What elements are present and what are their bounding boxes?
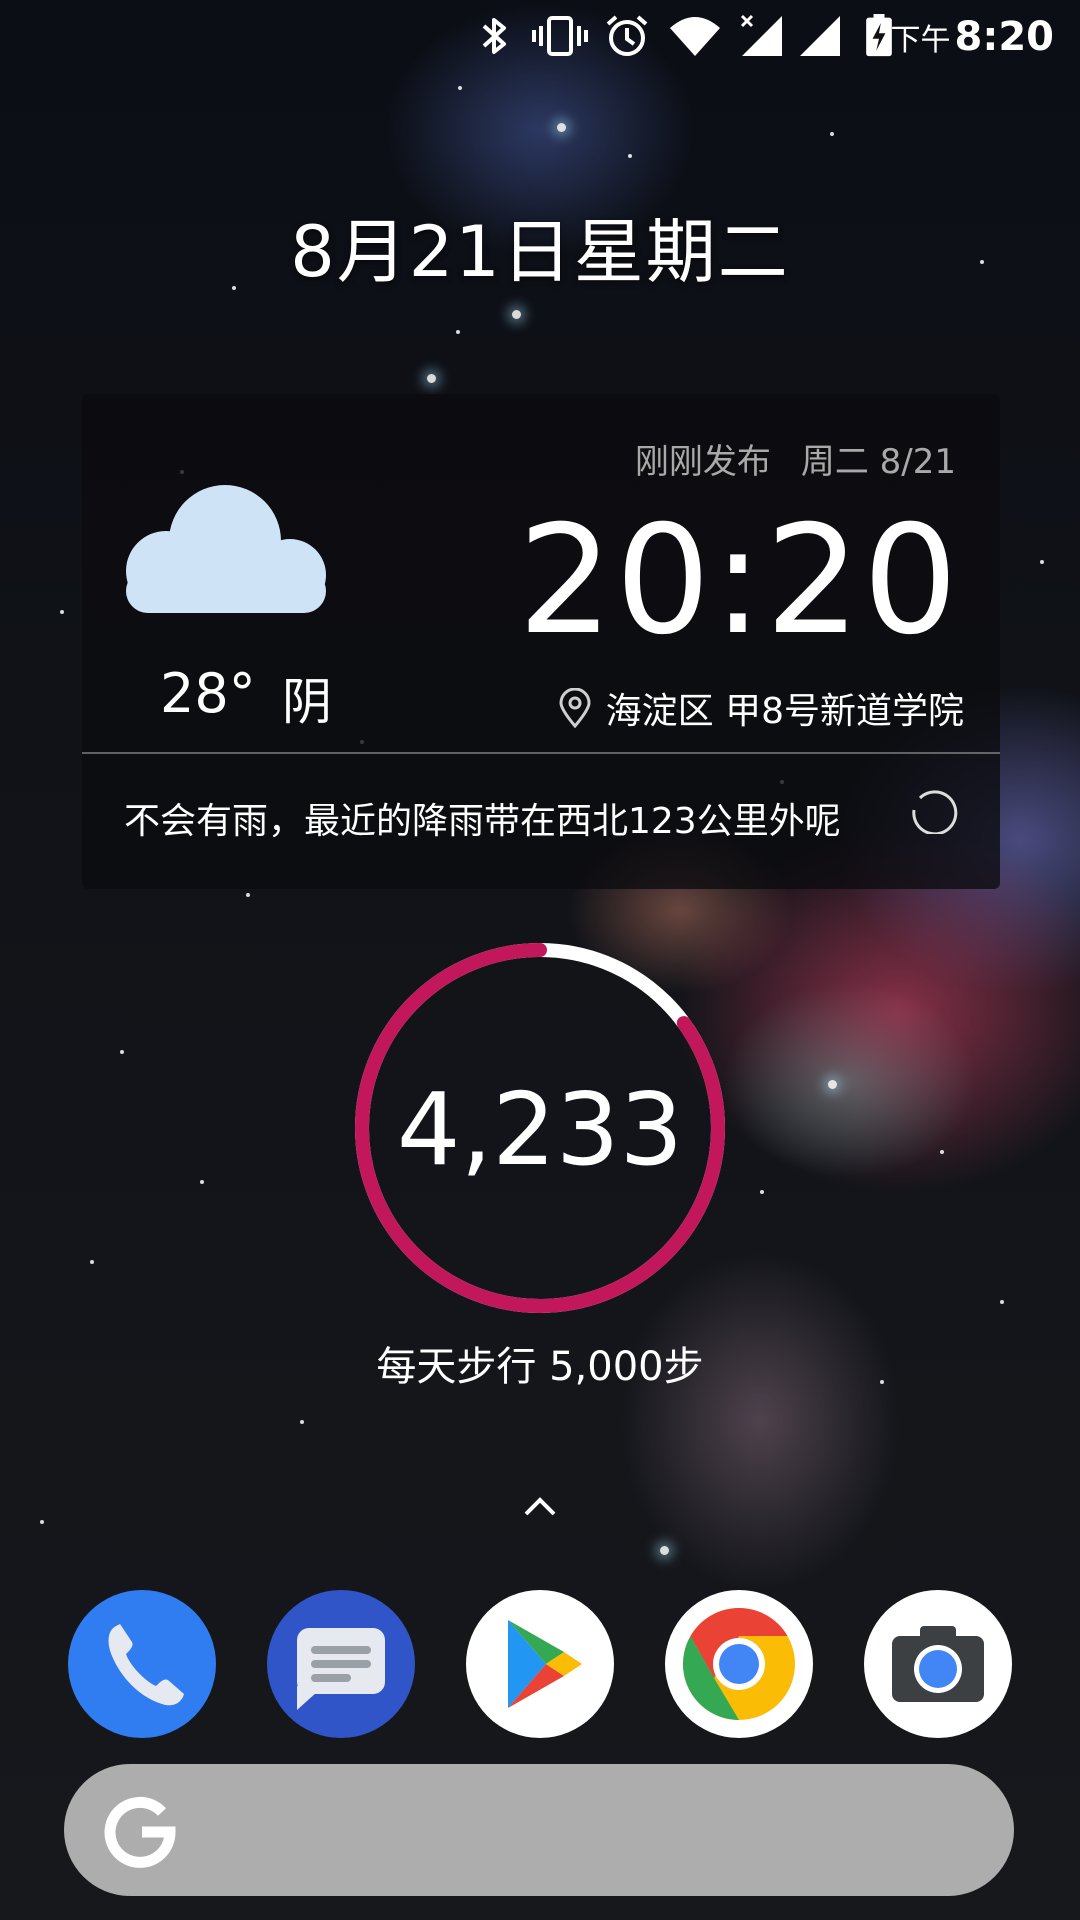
star: [60, 610, 64, 614]
temperature: 28°: [160, 662, 256, 725]
weather-clock[interactable]: 20:20: [518, 506, 960, 656]
star: [246, 893, 250, 897]
status-bar: 下午 8:20: [0, 0, 1080, 76]
star: [660, 1546, 669, 1555]
step-goal: 每天步行 5,000步: [376, 1344, 704, 1390]
chrome-icon: [682, 1608, 795, 1720]
star: [90, 1260, 94, 1264]
camera-app[interactable]: [864, 1590, 1012, 1738]
play-store-app[interactable]: [466, 1590, 614, 1738]
location-pin-icon: [559, 688, 591, 728]
weather-condition: 阴: [282, 673, 332, 731]
play-store-icon: [508, 1620, 582, 1708]
weather-card[interactable]: 28° 阴 刚刚发布 周二 8/21 20:20 海淀区 甲8号新道学院 不会有雨…: [82, 394, 1000, 889]
date-label[interactable]: 8月21日星期二: [0, 196, 1080, 297]
messages-icon: [297, 1628, 385, 1710]
battery-charging-icon: [866, 14, 892, 57]
chrome-app[interactable]: [665, 1590, 813, 1738]
messages-app[interactable]: [267, 1590, 415, 1738]
google-g-icon: [104, 1796, 176, 1868]
star: [1040, 560, 1044, 564]
chevron-up-icon[interactable]: [520, 1490, 560, 1520]
star: [300, 1420, 304, 1424]
wifi-icon: [670, 17, 720, 56]
published-label: 刚刚发布: [634, 442, 771, 482]
star: [830, 132, 834, 136]
bluetooth-icon: [482, 18, 506, 54]
camera-icon: [892, 1626, 984, 1702]
alarm-icon: [606, 15, 648, 56]
divider: [82, 752, 1000, 754]
status-time: 下午 8:20: [891, 14, 1055, 60]
location[interactable]: 海淀区 甲8号新道学院: [558, 682, 964, 734]
star: [458, 86, 462, 90]
star: [200, 1180, 204, 1184]
star: [760, 1190, 764, 1194]
google-search-bar[interactable]: [64, 1764, 1014, 1896]
step-count: 4,233: [396, 1071, 684, 1188]
vibrate-icon: [532, 16, 588, 56]
star: [456, 330, 460, 334]
location-text: 海淀区 甲8号新道学院: [605, 691, 964, 732]
star: [628, 154, 632, 158]
phone-icon: [108, 1624, 184, 1706]
rain-message: 不会有雨，最近的降雨带在西北123公里外呢: [124, 801, 841, 842]
star: [427, 374, 436, 383]
star: [1000, 1300, 1004, 1304]
published-info: 刚刚发布 周二 8/21: [635, 434, 956, 483]
refresh-icon[interactable]: [910, 784, 960, 834]
signal-icon: [800, 16, 840, 56]
star: [557, 123, 566, 132]
day-date: 周二 8/21: [800, 442, 956, 482]
signal-x-icon: [740, 14, 782, 56]
star: [512, 310, 521, 319]
status-clock: 8:20: [954, 14, 1055, 60]
cloud-icon: [120, 479, 330, 619]
status-period: 下午: [890, 23, 951, 58]
phone-app[interactable]: [68, 1590, 216, 1738]
star: [40, 1520, 44, 1524]
star: [120, 1050, 124, 1054]
